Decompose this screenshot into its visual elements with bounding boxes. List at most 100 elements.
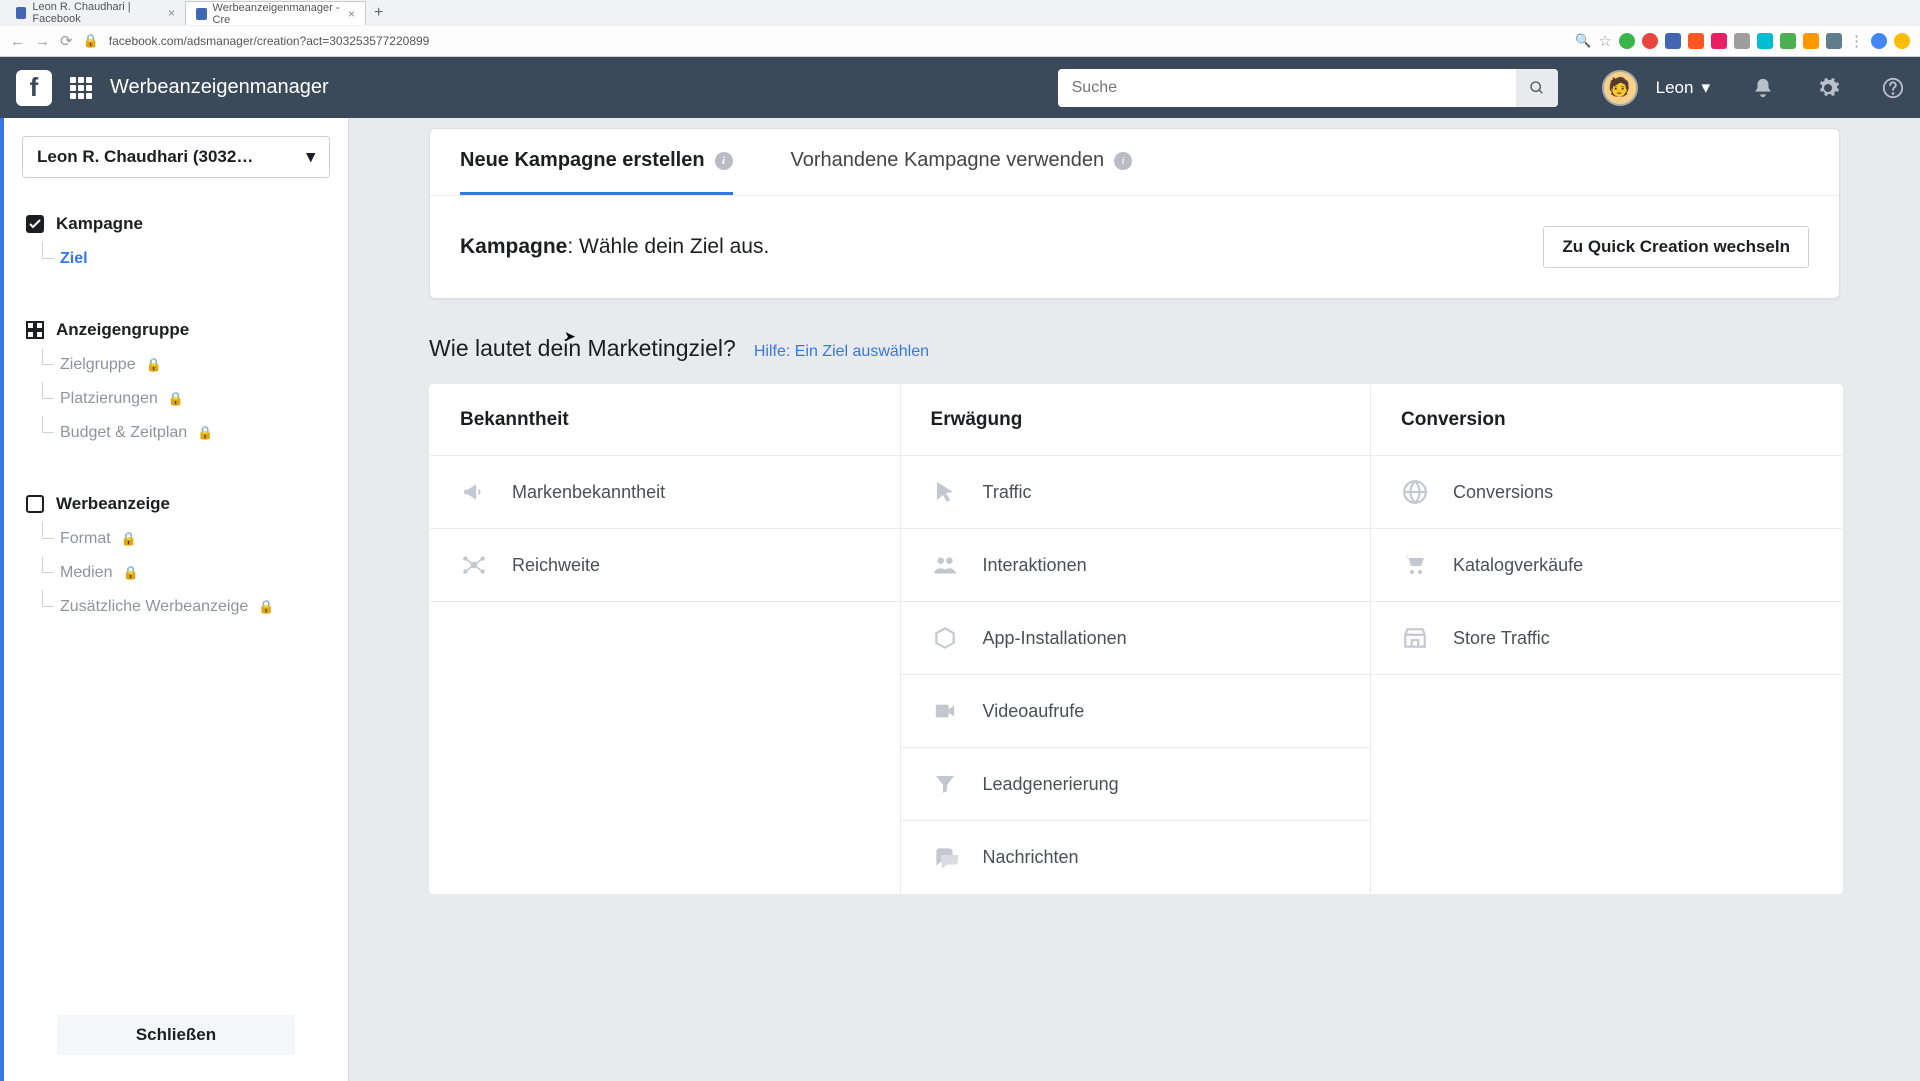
- gear-icon[interactable]: [1816, 76, 1840, 100]
- sidebar-item-budget: Budget & Zeitplan 🔒: [4, 416, 348, 450]
- tab-title: Werbeanzeigenmanager - Cre: [213, 2, 342, 26]
- help-icon[interactable]: [1882, 77, 1904, 99]
- account-dropdown[interactable]: Leon R. Chaudhari (3032… ▾: [22, 136, 330, 178]
- facebook-icon: [196, 8, 207, 20]
- profile-icon[interactable]: [1871, 33, 1887, 49]
- sidebar-item-ziel[interactable]: Ziel: [4, 242, 348, 276]
- extension-icon[interactable]: [1688, 33, 1704, 49]
- goal-catalog-sales[interactable]: Katalogverkäufe: [1371, 529, 1842, 601]
- goal-table: Bekanntheit Erwägung Conversion Markenbe…: [429, 384, 1843, 894]
- url-text[interactable]: facebook.com/adsmanager/creation?act=303…: [109, 34, 1566, 48]
- sidebar-item-zusatz: Zusätzliche Werbeanzeige 🔒: [4, 590, 348, 624]
- goal-engagement[interactable]: Interaktionen: [901, 529, 1371, 601]
- cart-icon: [1401, 551, 1429, 579]
- extension-icon[interactable]: [1803, 33, 1819, 49]
- box-icon: [931, 624, 959, 652]
- close-icon[interactable]: ×: [348, 7, 355, 21]
- extension-icon[interactable]: [1665, 33, 1681, 49]
- campaign-tabs: Neue Kampagne erstellen i Vorhandene Kam…: [430, 129, 1839, 196]
- close-button[interactable]: Schließen: [57, 1015, 295, 1055]
- extension-icon[interactable]: [1711, 33, 1727, 49]
- nav-sub-label: Medien: [60, 564, 112, 582]
- goal-reach[interactable]: Reichweite: [430, 529, 900, 601]
- bell-icon[interactable]: [1752, 77, 1774, 99]
- goal-conversions[interactable]: Conversions: [1371, 456, 1842, 528]
- nav-head-campaign[interactable]: Kampagne: [4, 206, 348, 242]
- info-icon[interactable]: i: [1114, 152, 1132, 170]
- new-tab-button[interactable]: +: [366, 4, 391, 22]
- goal-label: Markenbekanntheit: [512, 482, 665, 503]
- col-awareness: Bekanntheit: [430, 385, 901, 456]
- goal-brand-awareness[interactable]: Markenbekanntheit: [430, 456, 900, 528]
- checkbox-icon: [26, 215, 44, 233]
- col-conversion: Conversion: [1371, 385, 1843, 456]
- star-icon[interactable]: ☆: [1599, 32, 1612, 50]
- tab-label: Vorhandene Kampagne verwenden: [791, 149, 1105, 172]
- info-icon[interactable]: i: [715, 152, 733, 170]
- search-input[interactable]: [1058, 79, 1516, 97]
- goal-app-installs[interactable]: App-Installationen: [901, 602, 1371, 674]
- tab-new-campaign[interactable]: Neue Kampagne erstellen i: [460, 149, 733, 195]
- nav-sub-label: Platzierungen: [60, 390, 158, 408]
- goal-lead-gen[interactable]: Leadgenerierung: [901, 748, 1371, 820]
- megaphone-icon: [460, 478, 488, 506]
- browser-chrome: Leon R. Chaudhari | Facebook × Werbeanze…: [0, 0, 1920, 57]
- goal-label: Store Traffic: [1453, 628, 1550, 649]
- search-icon: [1529, 80, 1545, 96]
- goal-video-views[interactable]: Videoaufrufe: [901, 675, 1371, 747]
- chat-icon: [931, 843, 959, 871]
- video-icon: [931, 697, 959, 725]
- extension-icon[interactable]: [1757, 33, 1773, 49]
- facebook-logo[interactable]: f: [16, 70, 52, 106]
- nav-head-label: Werbeanzeige: [56, 494, 170, 514]
- goal-help-link[interactable]: Hilfe: Ein Ziel auswählen: [754, 343, 929, 361]
- goal-traffic[interactable]: Traffic: [901, 456, 1371, 528]
- campaign-sub: : Wähle dein Ziel aus.: [567, 235, 769, 258]
- extension-icon[interactable]: [1619, 33, 1635, 49]
- tab-existing-campaign[interactable]: Vorhandene Kampagne verwenden i: [791, 149, 1133, 195]
- browser-tab[interactable]: Werbeanzeigenmanager - Cre ×: [186, 1, 366, 25]
- sidebar-item-zielgruppe: Zielgruppe 🔒: [4, 348, 348, 382]
- nav-head-ad[interactable]: Werbeanzeige: [4, 486, 348, 522]
- extension-icons: 🔍 ☆ ⋮: [1575, 32, 1910, 50]
- extension-icon[interactable]: [1642, 33, 1658, 49]
- avatar[interactable]: 🧑: [1602, 70, 1638, 106]
- extension-icon[interactable]: [1780, 33, 1796, 49]
- extension-icon[interactable]: [1894, 33, 1910, 49]
- menu-icon[interactable]: ⋮: [1849, 32, 1864, 50]
- goal-label: Katalogverkäufe: [1453, 555, 1583, 576]
- reload-icon[interactable]: ⟳: [60, 32, 73, 50]
- forward-icon: →: [35, 33, 50, 50]
- goal-heading-row: Wie lautet dein Marketingziel? Hilfe: Ei…: [429, 335, 1840, 362]
- campaign-label: Kampagne: [460, 235, 567, 258]
- sidebar-item-medien: Medien 🔒: [4, 556, 348, 590]
- lock-icon: 🔒: [197, 425, 213, 441]
- user-name: Leon: [1656, 78, 1694, 98]
- goal-label: App-Installationen: [983, 628, 1127, 649]
- user-menu[interactable]: Leon ▾: [1656, 78, 1710, 98]
- browser-tab[interactable]: Leon R. Chaudhari | Facebook ×: [6, 1, 186, 25]
- search-box: [1058, 69, 1558, 107]
- apps-grid-icon[interactable]: [70, 77, 92, 99]
- nav-sub-label: Zusätzliche Werbeanzeige: [60, 598, 248, 616]
- cursor-icon: ➤: [564, 328, 576, 345]
- extension-icon[interactable]: [1734, 33, 1750, 49]
- nav-head-label: Anzeigengruppe: [56, 320, 189, 340]
- facebook-icon: [16, 7, 26, 19]
- grid-icon: [26, 321, 44, 339]
- quick-creation-button[interactable]: Zu Quick Creation wechseln: [1543, 226, 1809, 268]
- tab-bar: Leon R. Chaudhari | Facebook × Werbeanze…: [0, 0, 1920, 26]
- close-icon[interactable]: ×: [168, 6, 175, 20]
- back-icon[interactable]: ←: [10, 33, 25, 50]
- goal-label: Conversions: [1453, 482, 1553, 503]
- tab-title: Leon R. Chaudhari | Facebook: [32, 1, 162, 25]
- search-button[interactable]: [1516, 69, 1558, 107]
- goal-label: Reichweite: [512, 555, 600, 576]
- goal-title: Wie lautet dein Marketingziel?: [429, 335, 736, 362]
- zoom-icon[interactable]: 🔍: [1575, 33, 1591, 49]
- nav-head-adset[interactable]: Anzeigengruppe: [4, 312, 348, 348]
- chevron-down-icon: ▾: [1701, 78, 1710, 98]
- goal-messages[interactable]: Nachrichten: [901, 821, 1371, 893]
- goal-store-traffic[interactable]: Store Traffic: [1371, 602, 1842, 674]
- extension-icon[interactable]: [1826, 33, 1842, 49]
